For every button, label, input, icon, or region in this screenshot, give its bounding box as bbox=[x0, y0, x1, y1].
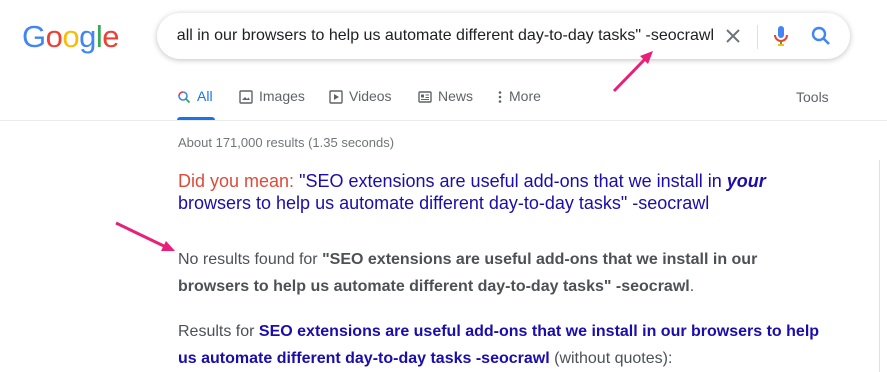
no-results-label: No results found for bbox=[178, 251, 318, 268]
image-icon bbox=[239, 90, 253, 104]
tab-videos[interactable]: Videos bbox=[329, 88, 392, 120]
tab-label: More bbox=[509, 88, 541, 104]
no-results-message: No results found for "SEO extensions are… bbox=[178, 246, 778, 300]
did-you-mean-label: Did you mean: bbox=[178, 171, 295, 191]
voice-search-button[interactable] bbox=[769, 24, 793, 48]
tab-label: All bbox=[197, 88, 213, 104]
dym-text-1: "SEO extensions are useful add-ons that … bbox=[299, 171, 722, 191]
dym-text-2: browsers to help us automate different d… bbox=[178, 193, 710, 213]
header-divider bbox=[0, 120, 887, 121]
logo-letter: G bbox=[22, 19, 46, 54]
more-vert-icon bbox=[498, 91, 502, 103]
search-button[interactable] bbox=[809, 24, 833, 48]
arrow-to-no-results bbox=[115, 221, 175, 251]
logo-letter: o bbox=[62, 19, 80, 54]
results-for-label: Results for bbox=[178, 323, 255, 340]
search-input[interactable]: all in our browsers to help us automate … bbox=[177, 25, 714, 49]
clear-search-button[interactable] bbox=[721, 24, 745, 48]
results-for-link[interactable]: SEO extensions are useful add-ons that w… bbox=[178, 323, 819, 367]
searchbox-divider bbox=[757, 25, 758, 49]
search-icon bbox=[178, 91, 191, 104]
did-you-mean: Did you mean: "SEO extensions are useful… bbox=[178, 170, 778, 214]
dym-emphasis: your bbox=[726, 171, 766, 191]
scrollbar-track[interactable] bbox=[879, 160, 880, 372]
google-logo[interactable]: Google bbox=[22, 19, 120, 55]
mic-icon bbox=[774, 26, 788, 46]
no-results-end: . bbox=[689, 278, 695, 295]
search-query-text: all in our browsers to help us automate … bbox=[177, 27, 714, 44]
tab-label: Images bbox=[259, 88, 305, 104]
result-stats: About 171,000 results (1.35 seconds) bbox=[178, 135, 395, 150]
tab-all[interactable]: All bbox=[177, 88, 215, 120]
results-for-trail: (without quotes): bbox=[554, 350, 673, 367]
logo-letter: e bbox=[102, 19, 120, 54]
tab-more[interactable]: More bbox=[497, 88, 541, 120]
tab-news[interactable]: News bbox=[418, 88, 473, 120]
tab-label: Videos bbox=[349, 88, 392, 104]
tab-label: News bbox=[438, 88, 474, 104]
close-icon bbox=[726, 29, 740, 43]
tab-images[interactable]: Images bbox=[239, 88, 305, 120]
news-icon bbox=[418, 91, 432, 103]
search-icon bbox=[811, 26, 830, 45]
logo-letter: g bbox=[79, 19, 96, 54]
tools-button[interactable]: Tools bbox=[796, 89, 829, 105]
results-for-message: Results for SEO extensions are useful ad… bbox=[178, 318, 838, 372]
search-box[interactable]: all in our browsers to help us automate … bbox=[157, 13, 850, 59]
play-icon bbox=[329, 90, 343, 104]
logo-letter: o bbox=[45, 19, 63, 54]
